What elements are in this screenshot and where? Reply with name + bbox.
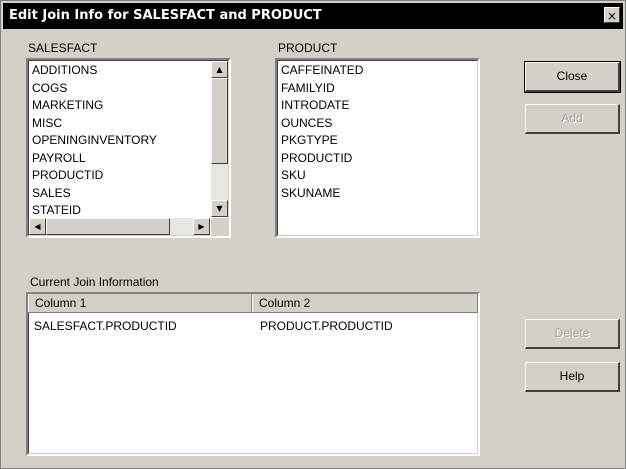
salesfact-list-item[interactable]: COGS bbox=[32, 80, 157, 98]
product-listbox[interactable]: CAFFEINATED FAMILYID INTRODATE OUNCES PKGTYP… bbox=[275, 58, 480, 238]
scroll-left-icon[interactable]: ◀ bbox=[29, 218, 46, 235]
grid-header: Column 1 Column 2 bbox=[28, 294, 478, 313]
help-button[interactable]: Help bbox=[525, 362, 620, 392]
close-icon[interactable]: × bbox=[604, 7, 620, 23]
vertical-scroll-thumb[interactable] bbox=[211, 78, 228, 164]
scroll-up-icon[interactable]: ▲ bbox=[211, 61, 228, 78]
salesfact-list-item[interactable]: PAYROLL bbox=[32, 150, 157, 168]
salesfact-listbox[interactable]: ADDITIONS COGS MARKETING MISC OPENINGINVENTO… bbox=[26, 58, 231, 238]
dialog-title: Edit Join Info for SALESFACT and PRODUCT bbox=[9, 8, 322, 23]
join-row-column-2: PRODUCT.PRODUCTID bbox=[260, 319, 393, 333]
horizontal-scrollbar[interactable]: ◀ ▶ bbox=[29, 218, 210, 235]
salesfact-list-item[interactable]: OPENINGINVENTORY bbox=[32, 132, 157, 150]
product-list-item[interactable]: PRODUCTID bbox=[281, 150, 363, 168]
salesfact-list-item[interactable]: STATEID bbox=[32, 202, 157, 220]
scroll-down-icon[interactable]: ▼ bbox=[211, 200, 228, 217]
product-list-item[interactable]: OUNCES bbox=[281, 115, 363, 133]
title-bar[interactable]: Edit Join Info for SALESFACT and PRODUCT… bbox=[3, 3, 623, 29]
salesfact-label: SALESFACT bbox=[28, 41, 98, 55]
salesfact-list-item[interactable]: MARKETING bbox=[32, 97, 157, 115]
add-button[interactable]: Add bbox=[525, 104, 620, 134]
vertical-scrollbar[interactable]: ▲ ▼ bbox=[211, 61, 228, 217]
join-row-column-1: SALESFACT.PRODUCTID bbox=[34, 319, 177, 333]
salesfact-item-list: ADDITIONS COGS MARKETING MISC OPENINGINVENTO… bbox=[32, 62, 157, 220]
salesfact-list-item[interactable]: ADDITIONS bbox=[32, 62, 157, 80]
salesfact-list-item[interactable]: PRODUCTID bbox=[32, 167, 157, 185]
join-info-label: Current Join Information bbox=[30, 275, 159, 289]
horizontal-scroll-thumb[interactable] bbox=[46, 218, 170, 235]
product-item-list: CAFFEINATED FAMILYID INTRODATE OUNCES PKGTYP… bbox=[281, 62, 363, 202]
product-list-item[interactable]: INTRODATE bbox=[281, 97, 363, 115]
product-label: PRODUCT bbox=[278, 41, 338, 55]
salesfact-list-item[interactable]: SALES bbox=[32, 185, 157, 203]
close-button[interactable]: Close bbox=[524, 61, 621, 93]
salesfact-list-item[interactable]: MISC bbox=[32, 115, 157, 133]
product-list-item[interactable]: CAFFEINATED bbox=[281, 62, 363, 80]
column-2-header[interactable]: Column 2 bbox=[252, 294, 478, 312]
scroll-corner bbox=[211, 218, 228, 235]
product-list-item[interactable]: PKGTYPE bbox=[281, 132, 363, 150]
product-list-item[interactable]: SKUNAME bbox=[281, 185, 363, 203]
join-info-grid[interactable]: Column 1 Column 2 SALESFACT.PRODUCTID PR… bbox=[26, 292, 480, 456]
delete-button[interactable]: Delete bbox=[525, 319, 620, 349]
product-list-item[interactable]: FAMILYID bbox=[281, 80, 363, 98]
scroll-right-icon[interactable]: ▶ bbox=[193, 218, 210, 235]
column-1-header[interactable]: Column 1 bbox=[28, 294, 252, 312]
product-list-item[interactable]: SKU bbox=[281, 167, 363, 185]
edit-join-dialog: Edit Join Info for SALESFACT and PRODUCT… bbox=[0, 0, 626, 469]
